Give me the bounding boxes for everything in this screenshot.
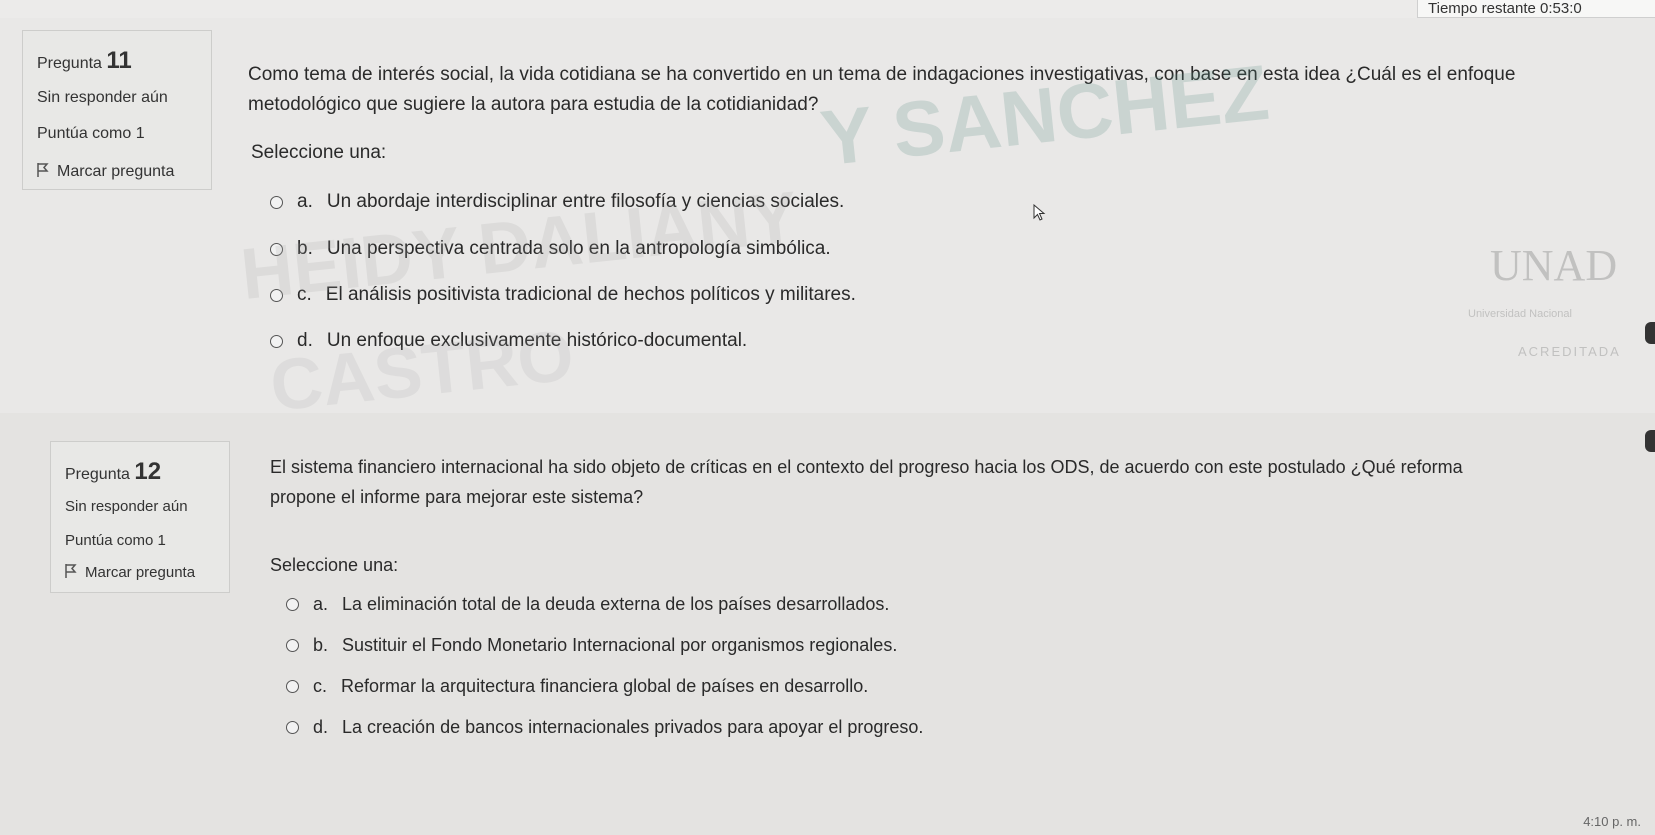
option-b[interactable]: b. Una perspectiva centrada solo en la a… (270, 238, 831, 260)
option-letter: b. (297, 238, 313, 259)
question-info-panel: Pregunta 12 Sin responder aún Puntúa com… (50, 441, 230, 593)
option-a[interactable]: a. Un abordaje interdisciplinar entre fi… (270, 191, 844, 213)
flag-icon (37, 163, 49, 177)
option-a[interactable]: a. La eliminación total de la deuda exte… (286, 594, 889, 615)
radio-button[interactable] (286, 680, 299, 693)
time-remaining: Tiempo restante 0:53:0 (1417, 0, 1655, 18)
flag-question-link[interactable]: Marcar pregunta (37, 163, 174, 181)
radio-button[interactable] (286, 598, 299, 611)
question-status: Sin responder aún (65, 498, 188, 515)
flag-question-label: Marcar pregunta (57, 163, 175, 180)
question-label: Pregunta (65, 466, 130, 483)
question-text: Como tema de interés social, la vida cot… (248, 60, 1515, 120)
mouse-cursor-icon (1033, 204, 1046, 221)
question-status: Sin responder aún (37, 89, 168, 106)
radio-button[interactable] (270, 288, 283, 302)
flag-question-link[interactable]: Marcar pregunta (65, 564, 195, 581)
radio-button[interactable] (286, 721, 299, 734)
question-text-line-2: metodológico que sugiere la autora para … (248, 94, 819, 115)
option-letter: a. (297, 191, 313, 212)
option-c[interactable]: c. Reformar la arquitectura financiera g… (286, 676, 868, 697)
question-label: Pregunta (37, 55, 102, 72)
question-number-value: 11 (106, 47, 132, 74)
select-one-label: Seleccione una: (251, 142, 387, 163)
option-text: Un abordaje interdisciplinar entre filos… (326, 191, 845, 212)
radio-button[interactable] (270, 242, 283, 256)
question-number: Pregunta 12 (65, 458, 161, 486)
flag-question-label: Marcar pregunta (85, 564, 196, 581)
option-d[interactable]: d. La creación de bancos internacionales… (286, 717, 923, 738)
radio-button[interactable] (286, 639, 299, 652)
question-text-line-2: propone el informe para mejorar este sis… (270, 487, 644, 507)
question-text: El sistema financiero internacional ha s… (270, 452, 1463, 512)
question-info-panel: Pregunta 11 Sin responder aún Puntúa com… (22, 30, 212, 190)
question-number: Pregunta 11 (37, 47, 132, 75)
option-letter: a. (313, 594, 329, 614)
question-text-line-1: Como tema de interés social, la vida cot… (248, 64, 1516, 85)
option-text: Un enfoque exclusivamente histórico-docu… (326, 330, 748, 351)
time-remaining-label: Tiempo restante (1428, 0, 1536, 17)
question-12: Pregunta 12 Sin responder aún Puntúa com… (0, 413, 1655, 835)
question-score: Puntúa como 1 (37, 125, 145, 142)
option-text: La eliminación total de la deuda externa… (342, 594, 890, 614)
option-text: Reformar la arquitectura financiera glob… (341, 676, 869, 696)
option-letter: b. (313, 635, 329, 655)
option-letter: c. (313, 676, 328, 696)
question-11: Pregunta 11 Sin responder aún Puntúa com… (0, 18, 1655, 413)
taskbar-clock: 4:10 p. m. (1583, 814, 1641, 829)
option-text: Sustituir el Fondo Monetario Internacion… (342, 635, 898, 655)
question-number-value: 12 (134, 458, 162, 485)
question-text-line-1: El sistema financiero internacional ha s… (270, 457, 1463, 477)
time-remaining-value: 0:53:0 (1540, 0, 1582, 17)
select-one-label: Seleccione una: (270, 555, 399, 575)
option-letter: c. (297, 284, 312, 305)
option-text: La creación de bancos internacionales pr… (342, 717, 924, 737)
question-score: Puntúa como 1 (65, 532, 166, 549)
scroll-handle[interactable] (1645, 430, 1655, 452)
radio-button[interactable] (270, 195, 283, 209)
option-letter: d. (313, 717, 329, 737)
flag-icon (65, 564, 77, 578)
scroll-handle[interactable] (1645, 322, 1655, 344)
option-text: Una perspectiva centrada solo en la antr… (326, 238, 831, 259)
option-b[interactable]: b. Sustituir el Fondo Monetario Internac… (286, 635, 897, 656)
option-d[interactable]: d. Un enfoque exclusivamente histórico-d… (270, 330, 747, 352)
option-text: El análisis positivista tradicional de h… (325, 284, 856, 305)
option-letter: d. (297, 330, 313, 351)
radio-button[interactable] (270, 334, 283, 348)
option-c[interactable]: c. El análisis positivista tradicional d… (270, 284, 856, 306)
